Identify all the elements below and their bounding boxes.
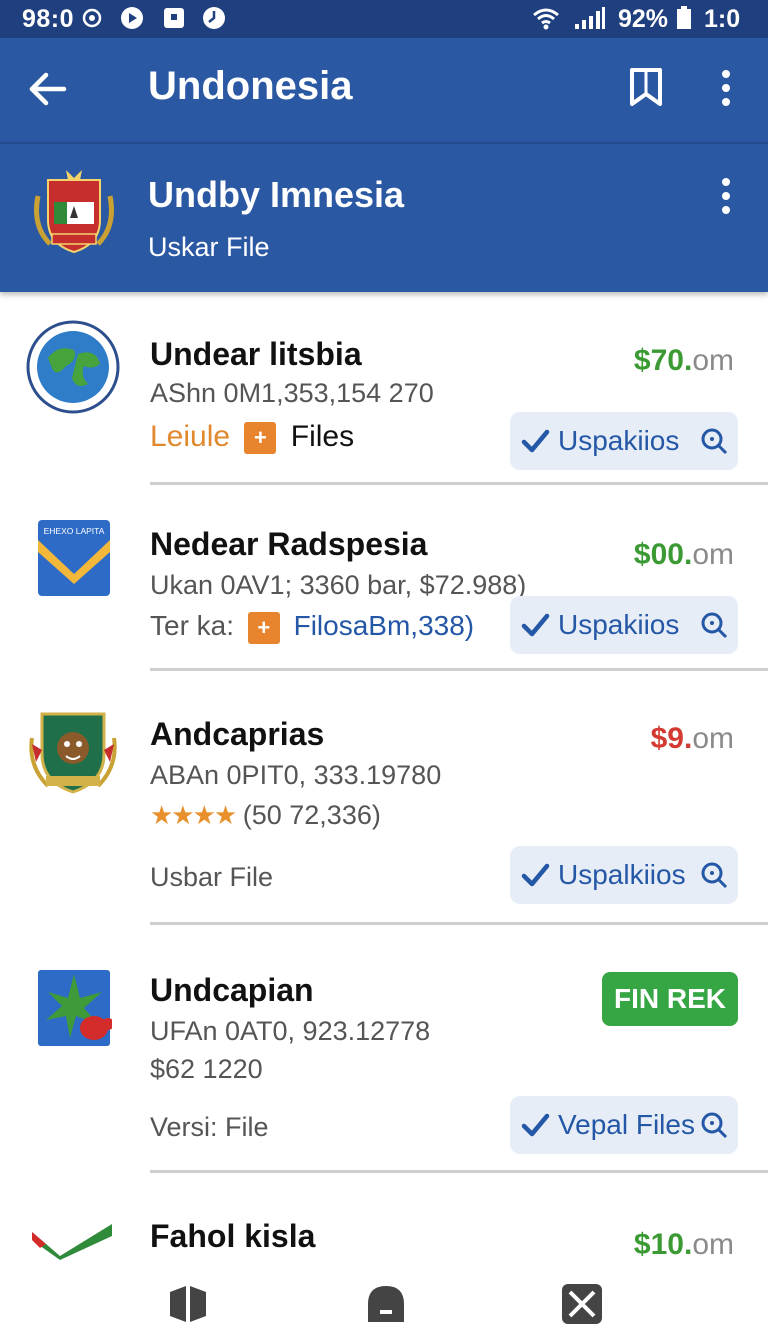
search-icon <box>701 862 728 889</box>
coat-of-arms-logo <box>34 170 114 254</box>
item-link[interactable]: FilosaBm,338) <box>294 610 475 641</box>
item-subtitle: Usbar File <box>150 862 274 892</box>
item-title: Undear litsbia <box>150 336 362 372</box>
item-files-label[interactable]: Files <box>291 420 354 453</box>
check-icon <box>521 613 550 637</box>
item-title: Undcapian <box>150 972 314 1008</box>
header-card: Undby Imnesia Uskar File <box>0 142 768 292</box>
bottom-navigation <box>0 1270 768 1344</box>
page-title: Undonesia <box>148 64 353 108</box>
notification-icon <box>164 8 184 28</box>
price-main: $10. <box>633 1228 693 1261</box>
item-detail: UFAn 0AT0, 923.12778 <box>150 1016 431 1046</box>
item-action-button[interactable]: Uspakiios <box>510 412 738 470</box>
item-action-button[interactable]: Vepal Files <box>510 1096 738 1154</box>
action-label: Uspakiios <box>558 609 680 640</box>
app-bar: Undonesia <box>0 38 768 142</box>
more-menu-icon[interactable] <box>710 68 742 108</box>
action-label: Uspalkiios <box>558 859 686 890</box>
item-price: $00.om <box>634 538 734 572</box>
envelope-icon: EHEXO LAPITA <box>38 520 110 596</box>
sync-icon <box>82 8 102 28</box>
check-icon <box>521 1113 550 1137</box>
price-cents: om <box>692 344 734 377</box>
item-action-button[interactable]: Uspakiios <box>510 596 738 654</box>
battery-percent: 92% <box>618 5 669 33</box>
item-rating: ★★★★ (50 72,336) <box>150 800 381 831</box>
item-links: Ter ka: + FilosaBm,338) <box>150 610 474 644</box>
divider <box>150 668 768 671</box>
item-amount: $62 1220 <box>150 1054 263 1084</box>
check-icon <box>521 863 550 887</box>
search-icon <box>701 428 728 455</box>
item-title: Nedear Radspesia <box>150 526 428 562</box>
search-icon <box>701 1112 728 1139</box>
globe-icon <box>26 320 120 414</box>
play-icon <box>121 7 143 29</box>
item-title: Fahol kisla <box>150 1218 316 1254</box>
book-icon[interactable] <box>166 1282 210 1326</box>
item-price: $70.om <box>634 344 734 378</box>
item-action-button[interactable]: Uspalkiios <box>510 846 738 904</box>
item-detail: Ukan 0AV1; 3360 bar, $72.988) <box>150 570 527 600</box>
status-bar: 98:0 92% 1:0 <box>0 0 768 38</box>
rating-count: (50 72,336) <box>242 800 381 830</box>
item-title: Andcaprias <box>150 716 325 752</box>
item-detail: ABAn 0PIT0, 333.19780 <box>150 760 442 790</box>
signal-icon <box>575 7 605 29</box>
status-badge[interactable]: FIN REK <box>602 972 738 1026</box>
action-label: Uspakiios <box>558 425 680 456</box>
check-icon <box>521 429 550 453</box>
price-main: $00. <box>633 538 693 571</box>
list-item[interactable]: Undcapian UFAn 0AT0, 923.12778 $62 1220 … <box>0 926 768 1174</box>
action-label: Vepal Files <box>558 1109 695 1140</box>
header-title: Undby Imnesia <box>148 174 405 215</box>
price-main: $9. <box>650 722 693 755</box>
list-item[interactable]: Undear litsbia AShn 0M1,353,154 270 Leiu… <box>0 300 768 486</box>
status-time: 98:0 <box>22 5 75 33</box>
search-icon <box>701 612 728 639</box>
price-cents: om <box>692 538 734 571</box>
list-item[interactable]: Andcaprias ABAn 0PIT0, 333.19780 ★★★★ (5… <box>0 672 768 926</box>
item-detail: AShn 0M1,353,154 270 <box>150 378 434 408</box>
item-links: Leiule + Files <box>150 420 354 455</box>
item-price: $9.om <box>651 722 734 756</box>
header-more-icon[interactable] <box>710 176 742 216</box>
item-link-prefix: Ter ka: <box>150 610 235 641</box>
price-cents: om <box>692 1228 734 1261</box>
clock-icon <box>203 7 225 29</box>
wifi-icon <box>533 8 559 30</box>
close-window-icon[interactable] <box>560 1282 604 1326</box>
rating-stars: ★★★★ <box>150 800 237 830</box>
status-clock: 1:0 <box>704 5 741 33</box>
price-main: $70. <box>633 344 693 377</box>
bookmark-icon[interactable] <box>626 64 666 108</box>
item-subtitle: Versi: File <box>150 1112 269 1142</box>
price-cents: om <box>692 722 734 755</box>
item-link-label[interactable]: Leiule <box>150 420 230 453</box>
checkmark-logo-icon <box>32 1224 112 1260</box>
home-icon[interactable] <box>364 1282 408 1326</box>
plus-badge-icon: + <box>247 611 280 644</box>
envelope-icon-text: EHEXO LAPITA <box>44 526 105 536</box>
divider <box>150 1170 768 1173</box>
battery-icon <box>677 6 691 29</box>
item-price: $10.om <box>634 1228 734 1262</box>
list-item[interactable]: Fahol kisla $10.om <box>0 1174 768 1270</box>
divider <box>150 482 768 485</box>
divider <box>150 922 768 925</box>
app-icon <box>38 970 112 1046</box>
crest-icon <box>29 712 117 794</box>
plus-badge-icon: + <box>244 422 277 455</box>
back-arrow-icon[interactable] <box>24 66 70 112</box>
list-item[interactable]: EHEXO LAPITA Nedear Radspesia Ukan 0AV1;… <box>0 486 768 672</box>
header-subtitle: Uskar File <box>148 232 270 262</box>
